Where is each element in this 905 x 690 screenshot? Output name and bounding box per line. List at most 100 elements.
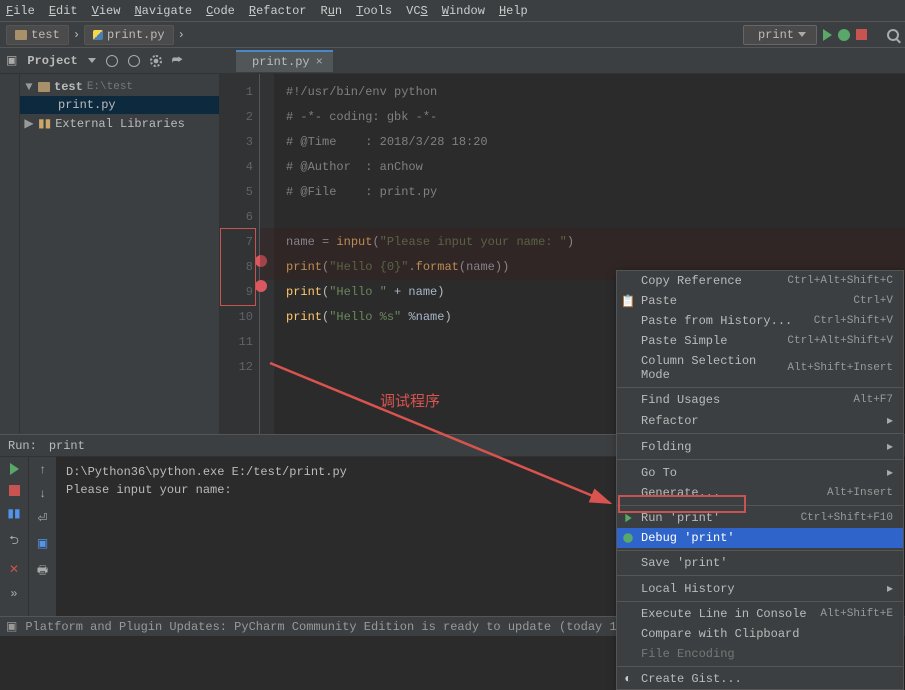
menu-file[interactable]: File [6, 4, 35, 18]
python-file-icon [93, 30, 103, 40]
chevron-down-icon [798, 32, 806, 37]
project-file[interactable]: print.py [20, 96, 219, 114]
gear-icon[interactable] [150, 55, 162, 67]
run-config-label: print [758, 28, 794, 42]
ctx-item[interactable]: Paste from History...Ctrl+Shift+V [617, 311, 903, 331]
ctx-item: File Encoding [617, 644, 903, 664]
stop-icon[interactable] [9, 485, 20, 496]
project-file-label: print.py [58, 98, 116, 112]
external-libs-label: External Libraries [55, 117, 185, 131]
ctx-item[interactable]: ◐Create Gist... [617, 669, 903, 689]
close-icon[interactable]: ✕ [9, 562, 19, 577]
ctx-item-label: Refactor [641, 414, 699, 428]
ctx-item[interactable]: Paste SimpleCtrl+Alt+Shift+V [617, 331, 903, 351]
ctx-item[interactable]: Column Selection ModeAlt+Shift+Insert [617, 351, 903, 385]
down-icon[interactable]: ↓ [39, 487, 46, 501]
annotation-text: 调试程序 [380, 390, 440, 411]
expand-icon[interactable]: ▶ [24, 116, 34, 131]
project-toggle-icon[interactable]: ▣ [6, 53, 17, 68]
ctx-item-label: Execute Line in Console [641, 607, 807, 621]
stop-icon[interactable] [856, 29, 867, 40]
search-icon[interactable] [887, 29, 899, 41]
menu-refactor[interactable]: Refactor [249, 4, 307, 18]
ctx-item[interactable]: Save 'print' [617, 553, 903, 573]
breadcrumb-file-label: print.py [107, 28, 165, 42]
ctx-item-label: Create Gist... [641, 672, 742, 686]
nav-toolbar: test › print.py › print [0, 22, 905, 48]
ctx-item[interactable]: Folding▸ [617, 436, 903, 457]
debug-icon[interactable] [838, 29, 850, 41]
ctx-item-label: Paste from History... [641, 314, 792, 328]
ctx-item[interactable]: Go To▸ [617, 462, 903, 483]
ctx-item[interactable]: Refactor▸ [617, 410, 903, 431]
ctx-item[interactable]: Local History▸ [617, 578, 903, 599]
chevron-down-icon[interactable] [88, 58, 96, 63]
ctx-item[interactable]: Copy ReferenceCtrl+Alt+Shift+C [617, 271, 903, 291]
ctx-item[interactable]: 📋PasteCtrl+V [617, 291, 903, 311]
project-root-path: E:\test [87, 81, 133, 93]
menu-edit[interactable]: Edit [49, 4, 78, 18]
run-config-selector[interactable]: print [743, 25, 817, 45]
expand-icon[interactable]: ▼ [24, 80, 34, 94]
project-root[interactable]: ▼ test E:\test [20, 78, 219, 96]
print-icon[interactable]: 🖶 [37, 561, 48, 582]
menu-navigate[interactable]: Navigate [134, 4, 192, 18]
collapse-icon[interactable] [128, 55, 140, 67]
menu-vcs[interactable]: VCS [406, 4, 428, 18]
wrap-icon[interactable]: ⏎ [37, 511, 47, 526]
up-icon[interactable]: ↑ [39, 463, 46, 477]
close-icon[interactable]: × [316, 55, 323, 69]
ctx-item[interactable]: Generate...Alt+Insert [617, 483, 903, 503]
pause-icon[interactable]: ▮▮ [7, 506, 20, 521]
run-label: Run: [8, 439, 37, 453]
ctx-item-label: Run 'print' [641, 511, 720, 525]
run-tools-col: ▮▮ ⮌ ✕ » [0, 457, 28, 616]
fold-gutter[interactable] [260, 74, 274, 434]
ctx-item-label: File Encoding [641, 647, 735, 661]
breadcrumb-sep: › [178, 28, 185, 42]
scroll-icon[interactable]: ▣ [37, 536, 48, 551]
lib-icon: ▮▮ [38, 116, 51, 131]
ctx-item-label: Copy Reference [641, 274, 742, 288]
ctx-item-label: Debug 'print' [641, 531, 735, 545]
ctx-item[interactable]: Debug 'print' [617, 528, 903, 548]
status-icon[interactable]: ▣ [6, 619, 17, 634]
breadcrumb-file[interactable]: print.py [84, 25, 174, 45]
folder-icon [38, 82, 50, 92]
ctx-item[interactable]: Execute Line in ConsoleAlt+Shift+E [617, 604, 903, 624]
project-toolwindow-title: Project [27, 54, 77, 68]
breadcrumb: test › print.py › [6, 25, 185, 45]
ctx-item-label: Paste [641, 294, 677, 308]
rerun-icon[interactable] [10, 463, 19, 475]
target-icon[interactable] [106, 55, 118, 67]
breadcrumb-sep: › [73, 28, 80, 42]
ctx-item-label: Local History [641, 582, 735, 596]
external-libs[interactable]: ▶ ▮▮ External Libraries [20, 114, 219, 133]
menu-run[interactable]: Run [321, 4, 343, 18]
menu-view[interactable]: View [92, 4, 121, 18]
ctx-item[interactable]: Compare with Clipboard [617, 624, 903, 644]
more-icon[interactable]: » [10, 587, 17, 601]
project-tree[interactable]: ▼ test E:\test print.py ▶ ▮▮ External Li… [20, 74, 220, 434]
line-numbers: 123456 7 8 9 101112 [220, 74, 260, 434]
run-config-name: print [49, 439, 85, 453]
exit-icon[interactable]: ⮌ [9, 531, 19, 552]
menu-tools[interactable]: Tools [356, 4, 392, 18]
ctx-item-label: Save 'print' [641, 556, 727, 570]
ctx-item[interactable]: Find UsagesAlt+F7 [617, 390, 903, 410]
ctx-item-label: Generate... [641, 486, 720, 500]
hide-icon[interactable]: ⮫ [172, 54, 183, 68]
ctx-item[interactable]: Run 'print'Ctrl+Shift+F10 [617, 508, 903, 528]
breadcrumb-folder[interactable]: test [6, 25, 69, 45]
menu-help[interactable]: Help [499, 4, 528, 18]
ctx-item-label: Paste Simple [641, 334, 727, 348]
menu-code[interactable]: Code [206, 4, 235, 18]
ctx-item-label: Folding [641, 440, 691, 454]
ctx-item-label: Column Selection Mode [641, 354, 787, 382]
editor-tab[interactable]: print.py × [236, 50, 333, 72]
run-icon[interactable] [823, 29, 832, 41]
breakpoint-icon[interactable] [255, 255, 267, 267]
menu-window[interactable]: Window [442, 4, 485, 18]
breakpoint-icon[interactable] [255, 280, 267, 292]
toolstrip: ▣ Project ⮫ print.py × [0, 48, 905, 74]
